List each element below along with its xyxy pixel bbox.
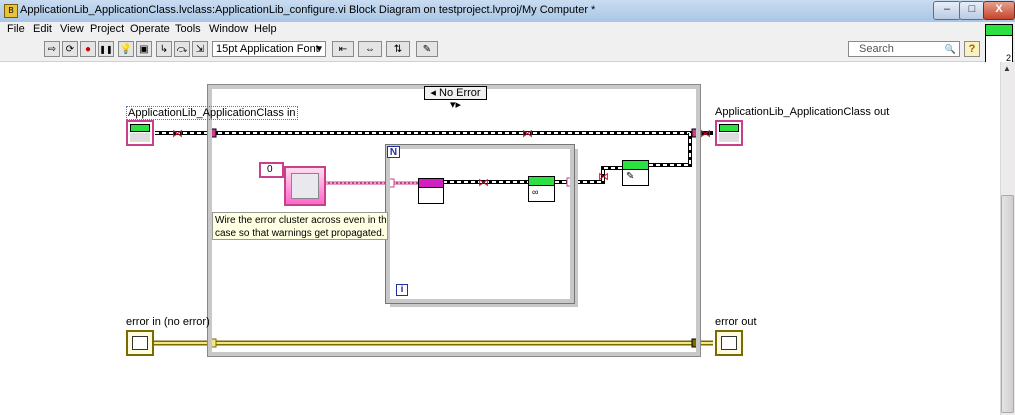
loop-count-terminal[interactable]: N	[387, 146, 400, 158]
scrollbar-thumb[interactable]	[1001, 195, 1014, 413]
unbundle-node[interactable]	[418, 178, 444, 204]
class-out-terminal-header	[719, 124, 739, 132]
class-cube-icon	[291, 173, 319, 199]
case-next-arrow-icon[interactable]: ▾▸	[450, 99, 461, 111]
class-out-label[interactable]: ApplicationLib_ApplicationClass out	[715, 106, 889, 118]
class-out-terminal-body	[719, 133, 739, 142]
class-in-terminal-body	[130, 133, 150, 142]
class-in-terminal-header	[130, 124, 150, 132]
numeric-constant[interactable]: 0	[259, 162, 284, 178]
subvi-node-loop[interactable]: ∞	[528, 176, 555, 202]
case-selector-label[interactable]: ◂ No Error ▾▸	[424, 86, 487, 111]
error-cluster-icon	[132, 336, 148, 350]
for-loop[interactable]	[385, 144, 575, 304]
error-out-label[interactable]: error out	[715, 316, 757, 328]
diagram-comment[interactable]: Wire the error cluster across even in th…	[212, 212, 388, 240]
unbundle-node-header	[419, 179, 443, 188]
pencil-icon: ✎	[626, 171, 635, 182]
error-in-terminal[interactable]	[126, 330, 154, 356]
scroll-up-arrow-icon[interactable]: ▲	[1003, 64, 1011, 73]
class-out-terminal[interactable]	[715, 120, 743, 146]
comment-line-1: Wire the error cluster across even in th…	[215, 215, 388, 226]
subvi-glyph-icon: ∞	[532, 187, 539, 197]
wire-marker-icon: ⋈	[700, 128, 711, 140]
class-in-label[interactable]: ApplicationLib_ApplicationClass in	[126, 106, 298, 120]
error-cluster-out-icon	[721, 336, 737, 350]
error-out-terminal[interactable]	[715, 330, 743, 356]
error-in-label[interactable]: error in (no error)	[126, 316, 210, 328]
case-selector-value: No Error	[439, 87, 481, 99]
subvi-node-write-header	[623, 161, 648, 170]
subvi-node-write[interactable]: ✎	[622, 160, 649, 186]
class-in-terminal[interactable]	[126, 120, 154, 146]
subvi-node-header	[529, 177, 554, 186]
loop-iteration-terminal[interactable]: i	[396, 284, 408, 296]
class-constant[interactable]	[284, 166, 326, 206]
wire-marker-icon: ⋈	[172, 128, 183, 140]
comment-line-2: case so that warnings get propagated.	[215, 228, 385, 239]
case-prev-arrow-icon[interactable]: ◂	[430, 87, 436, 99]
